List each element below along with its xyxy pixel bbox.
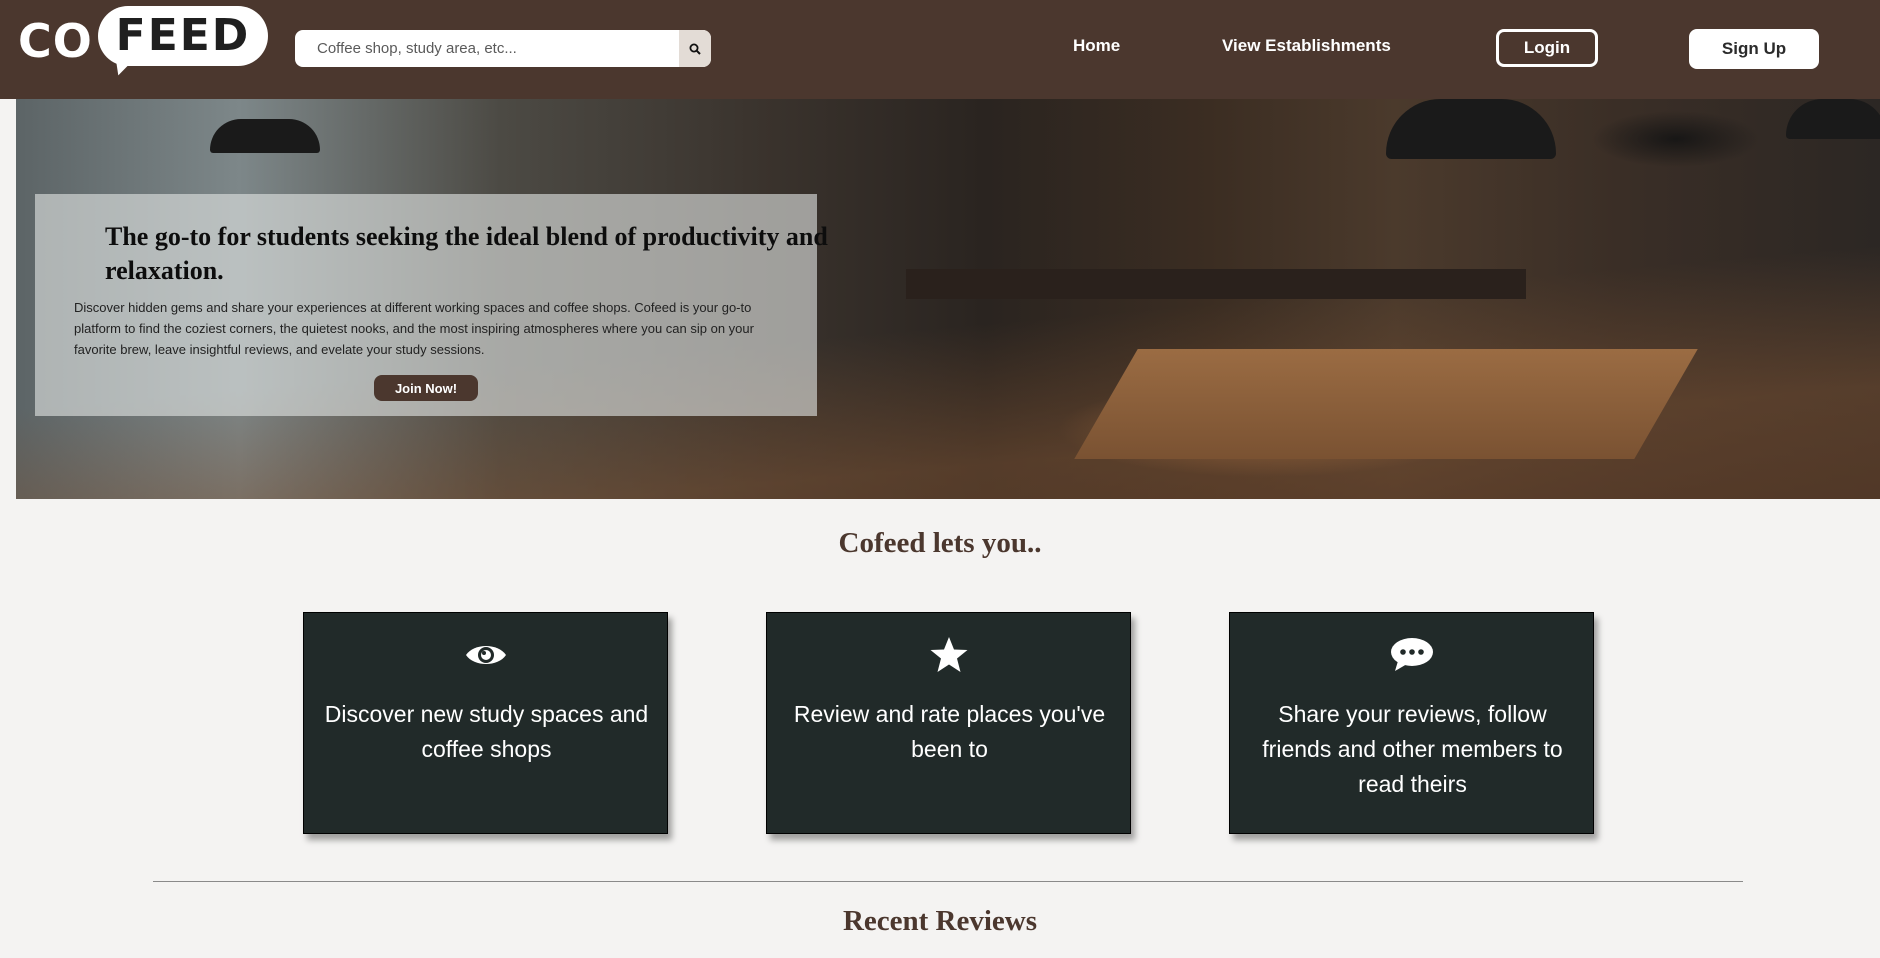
feature-card-discover: Discover new study spaces and coffee sho… bbox=[303, 612, 668, 834]
feature-card-text: Share your reviews, follow friends and o… bbox=[1262, 701, 1563, 797]
feature-card-review: Review and rate places you've been to bbox=[766, 612, 1131, 834]
hero-counter-shape bbox=[906, 269, 1526, 299]
eye-icon bbox=[465, 646, 506, 664]
search-button[interactable] bbox=[679, 30, 711, 67]
logo-feed-text: FEED bbox=[115, 10, 251, 61]
nav-home-link[interactable]: Home bbox=[1073, 36, 1120, 56]
join-now-button[interactable]: Join Now! bbox=[374, 375, 478, 401]
navbar: CO FEED Home View Establishments Login S… bbox=[0, 0, 1880, 99]
hero-table-shape bbox=[1074, 349, 1698, 459]
star-icon bbox=[930, 637, 967, 672]
hero-title: The go-to for students seeking the ideal… bbox=[105, 222, 828, 285]
login-button[interactable]: Login bbox=[1496, 29, 1598, 67]
signup-button[interactable]: Sign Up bbox=[1689, 29, 1819, 69]
cofeed-logo[interactable]: CO FEED bbox=[18, 6, 268, 80]
search-icon bbox=[689, 43, 701, 55]
hero-description: Discover hidden gems and share your expe… bbox=[74, 300, 754, 357]
hero-lamp-shape bbox=[1386, 99, 1556, 159]
search-bar bbox=[295, 30, 711, 67]
nav-establishments-link[interactable]: View Establishments bbox=[1222, 36, 1391, 56]
search-input[interactable] bbox=[295, 30, 665, 67]
recent-reviews-heading: Recent Reviews bbox=[842, 905, 1038, 937]
feature-card-text: Review and rate places you've been to bbox=[793, 701, 1106, 762]
comment-icon bbox=[1390, 638, 1433, 671]
hero-lamp-shape bbox=[1786, 99, 1880, 139]
logo-co-text: CO bbox=[18, 14, 93, 68]
hero-lamp-shape bbox=[210, 119, 320, 153]
feature-card-text: Discover new study spaces and coffee sho… bbox=[324, 701, 649, 762]
section-divider bbox=[153, 881, 1743, 882]
feature-card-share: Share your reviews, follow friends and o… bbox=[1229, 612, 1594, 834]
features-heading: Cofeed lets you.. bbox=[838, 527, 1042, 559]
